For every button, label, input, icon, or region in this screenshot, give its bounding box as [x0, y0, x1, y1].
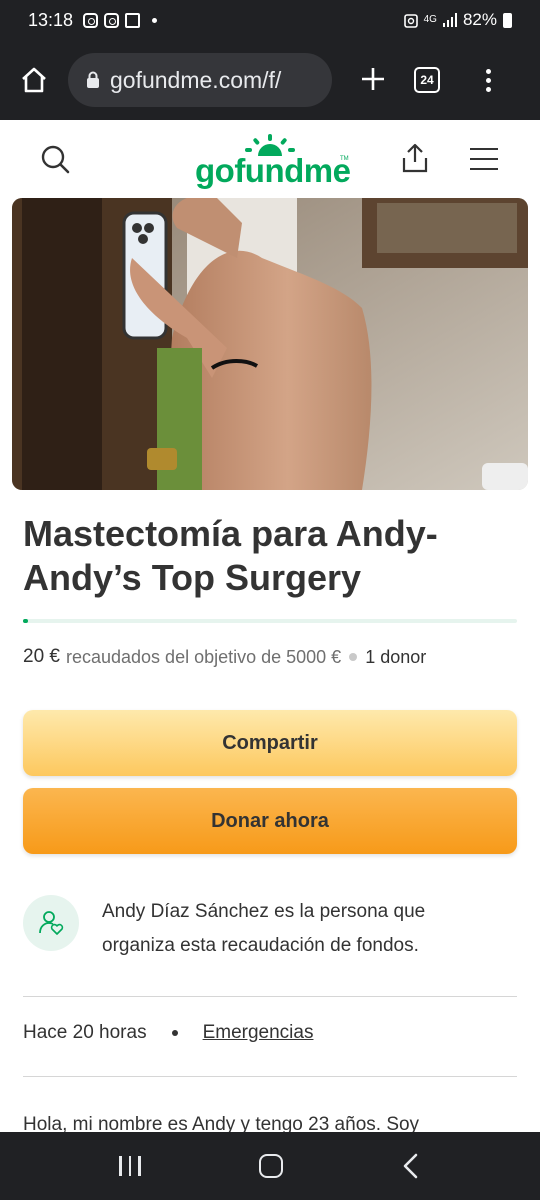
new-tab-button[interactable] — [332, 61, 414, 100]
logo-tm: TM — [340, 156, 349, 162]
plus-icon — [362, 67, 384, 90]
logo-text: gofundme — [195, 152, 351, 189]
gallery-icon — [125, 12, 141, 28]
system-home-button[interactable] — [258, 1154, 283, 1178]
home-button[interactable] — [0, 40, 68, 120]
separator-dot — [171, 1030, 178, 1036]
search-icon — [41, 145, 70, 174]
organizer-icon — [23, 895, 79, 951]
donate-button-label: Donar ahora — [211, 809, 329, 832]
story-text: Hola, mi nombre es Andy y tengo 23 años.… — [23, 1114, 420, 1132]
instagram-icon — [83, 12, 99, 28]
notification-dot-icon — [152, 17, 158, 23]
share-icon — [402, 143, 428, 173]
tabs-button[interactable]: 24 — [414, 67, 440, 93]
back-button[interactable] — [401, 1153, 421, 1179]
donate-button[interactable]: Donar ahora — [23, 788, 517, 854]
separator-dot — [349, 653, 358, 661]
donor-count: 1 donor — [365, 646, 427, 667]
divider — [23, 1076, 517, 1077]
status-time: 13:18 — [28, 9, 74, 30]
tab-count: 24 — [420, 73, 434, 87]
home-icon — [22, 67, 46, 93]
organizer-text: Andy Díaz Sánchez es la persona que orga… — [102, 901, 426, 956]
more-button[interactable] — [458, 68, 518, 92]
status-bar: 13:18 4G 82% — [0, 0, 540, 40]
campaign-title: Mastectomía para Andy- Andy’s Top Surger… — [23, 513, 438, 598]
instagram-icon — [104, 12, 120, 28]
campaign-image[interactable] — [12, 198, 528, 490]
divider — [23, 996, 517, 997]
hamburger-icon[interactable] — [470, 148, 498, 178]
gofundme-logo[interactable]: gofundme TM — [195, 134, 351, 190]
recent-apps-button[interactable] — [119, 1156, 141, 1176]
raised-summary: 20 € recaudados del objetivo de 5000 € 1… — [23, 646, 426, 668]
network-label: 4G — [423, 14, 437, 25]
share-button-label: Compartir — [222, 731, 318, 754]
address-bar[interactable]: gofundme.com/f/ — [68, 53, 332, 107]
battery-icon — [503, 12, 512, 28]
web-page: gofundme TM Mastectomía para Andy- Andy’… — [0, 120, 540, 1132]
campaign-meta: Hace 20 horas Emergencias — [23, 1022, 313, 1044]
organizer-info: Andy Díaz Sánchez es la persona que orga… — [23, 895, 517, 975]
category-link[interactable]: Emergencias — [203, 1022, 314, 1044]
campaign-photo — [12, 198, 528, 490]
progress-bar — [23, 619, 517, 623]
site-header: gofundme TM — [0, 120, 540, 198]
lock-icon — [87, 71, 99, 88]
search-button[interactable] — [40, 144, 70, 179]
raised-amount: 20 € — [23, 646, 60, 667]
battery-percent: 82% — [462, 10, 497, 29]
url-text: gofundme.com/f/ — [110, 66, 282, 93]
share-campaign-button[interactable]: Compartir — [23, 710, 517, 776]
browser-toolbar: gofundme.com/f/ 24 — [0, 40, 540, 120]
system-nav-bar — [0, 1132, 540, 1200]
share-button[interactable] — [400, 142, 430, 179]
progress-fill — [23, 619, 28, 623]
created-time: Hace 20 horas — [23, 1022, 147, 1043]
data-saver-icon — [403, 14, 418, 28]
signal-icon — [442, 13, 457, 27]
raised-text: recaudados del objetivo de 5000 € — [65, 646, 342, 667]
